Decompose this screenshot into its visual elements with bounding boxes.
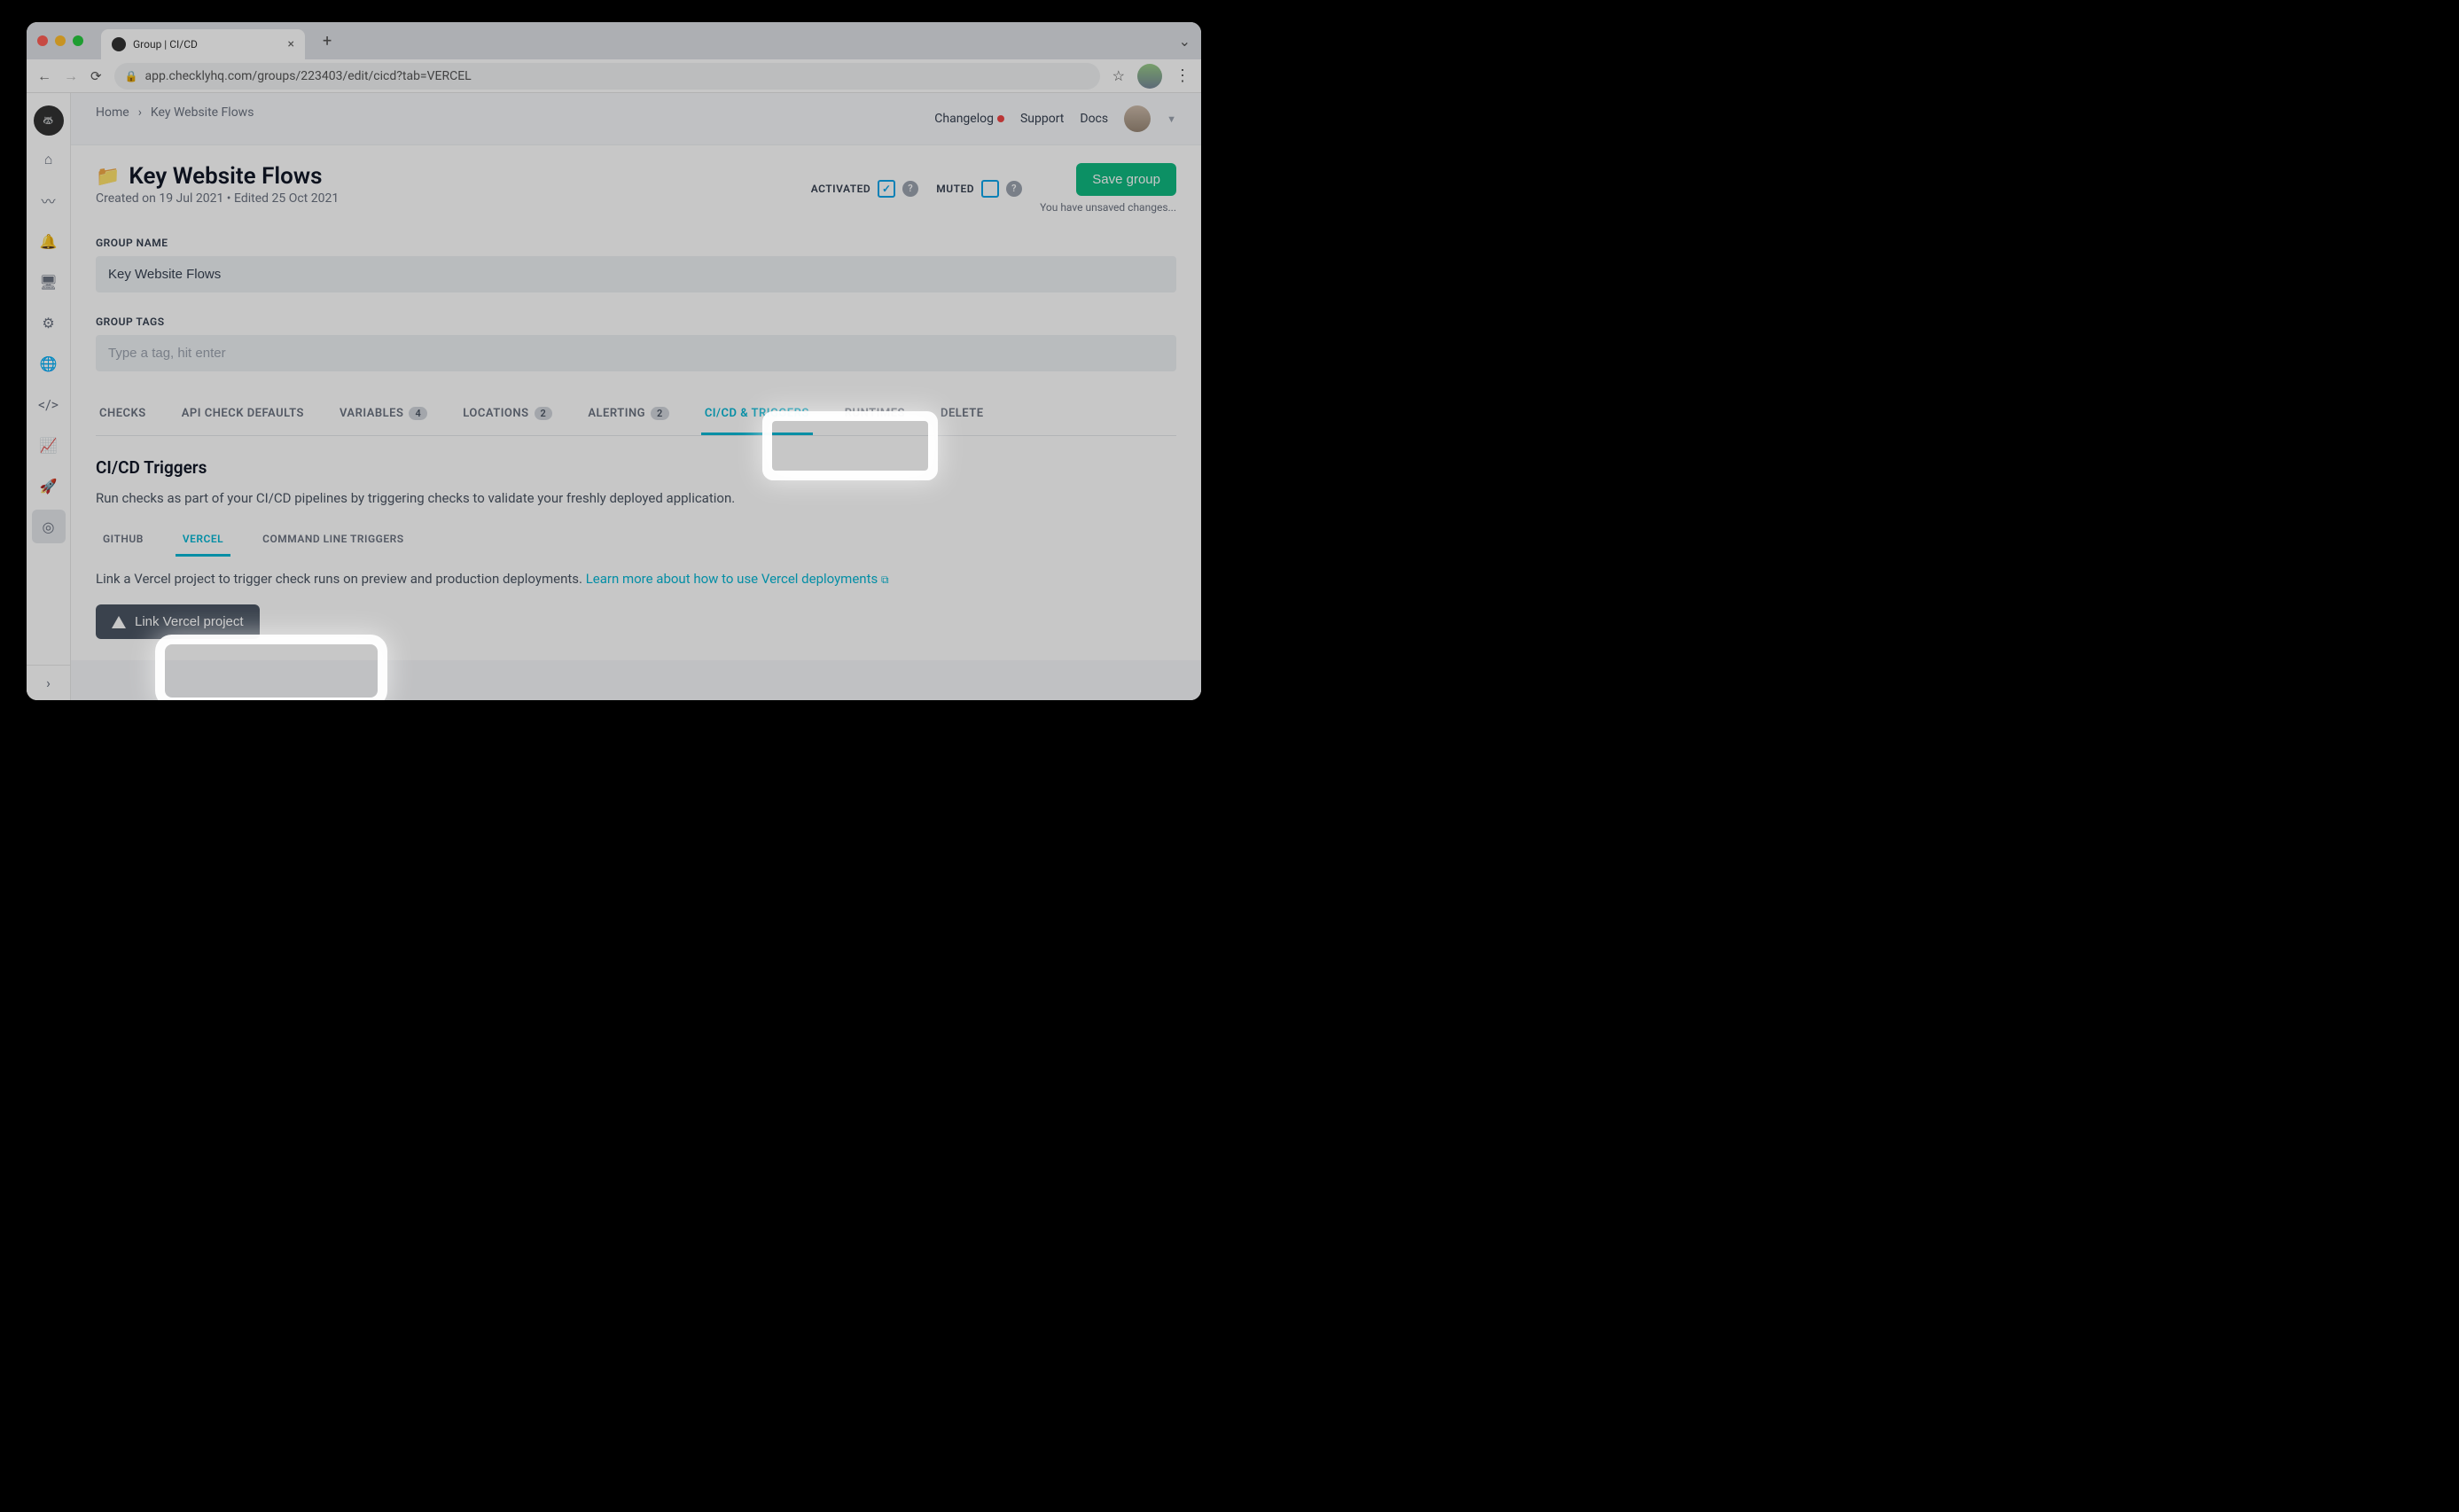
learn-more-link[interactable]: Learn more about how to use Vercel deplo… <box>586 571 889 587</box>
activated-label: ACTIVATED <box>811 183 871 195</box>
chevron-down-icon[interactable]: ▼ <box>1167 113 1176 125</box>
save-button[interactable]: Save group <box>1076 163 1176 196</box>
vercel-icon <box>112 616 126 628</box>
maximize-window-icon[interactable] <box>73 35 83 46</box>
url-text: app.checklyhq.com/groups/223403/edit/cic… <box>145 69 472 83</box>
tabs-row: CHECKS API CHECK DEFAULTS VARIABLES4 LOC… <box>96 398 1176 436</box>
traffic-lights <box>37 35 83 46</box>
support-link[interactable]: Support <box>1020 112 1064 126</box>
chevron-right-icon: › <box>138 105 142 120</box>
subtab-cli[interactable]: COMMAND LINE TRIGGERS <box>255 524 410 557</box>
profile-avatar[interactable] <box>1137 64 1162 89</box>
help-icon[interactable]: ? <box>1006 181 1022 197</box>
forward-icon: → <box>64 67 78 85</box>
section-desc: Run checks as part of your CI/CD pipelin… <box>96 490 1176 506</box>
expand-sidebar-icon[interactable]: › <box>27 665 70 700</box>
tab-alerting[interactable]: ALERTING2 <box>584 398 672 435</box>
tab-locations[interactable]: LOCATIONS2 <box>459 398 556 435</box>
tab-variables[interactable]: VARIABLES4 <box>336 398 431 435</box>
home-icon[interactable]: ⌂ <box>32 143 66 176</box>
group-tags-label: GROUP TAGS <box>96 316 1176 328</box>
breadcrumb: Home › Key Website Flows <box>96 105 254 120</box>
app-logo-icon[interactable]: 🦝 <box>34 105 64 136</box>
group-name-label: GROUP NAME <box>96 237 1176 249</box>
favicon-icon <box>112 37 126 51</box>
tab-checks[interactable]: CHECKS <box>96 398 150 435</box>
new-tab-icon[interactable]: + <box>323 32 332 51</box>
muted-label: MUTED <box>936 183 974 195</box>
activated-checkbox[interactable]: ✓ <box>878 180 895 198</box>
bell-icon[interactable]: 🔔 <box>32 224 66 258</box>
activity-icon[interactable]: 〰 <box>32 183 66 217</box>
alerting-count-badge: 2 <box>651 407 669 420</box>
user-avatar[interactable] <box>1124 105 1151 132</box>
browser-tab[interactable]: Group | CI/CD × <box>101 29 305 59</box>
subtab-vercel[interactable]: VERCEL <box>176 524 230 557</box>
tab-delete[interactable]: DELETE <box>937 398 988 435</box>
unsaved-changes-text: You have unsaved changes... <box>1040 201 1176 214</box>
page-title: Key Website Flows <box>129 163 322 190</box>
variables-count-badge: 4 <box>409 407 427 420</box>
locations-count-badge: 2 <box>535 407 553 420</box>
monitor-icon[interactable]: 🖥 <box>32 265 66 299</box>
breadcrumb-current: Key Website Flows <box>151 105 254 120</box>
subtabs-row: GITHUB VERCEL COMMAND LINE TRIGGERS <box>96 524 1176 557</box>
tabs-menu-icon[interactable]: ⌄ <box>1179 33 1190 50</box>
browser-titlebar: Group | CI/CD × + ⌄ <box>27 22 1201 59</box>
page-meta: Created on 19 Jul 2021 • Edited 25 Oct 2… <box>96 191 339 206</box>
tab-title: Group | CI/CD <box>133 38 281 51</box>
folder-icon: 📁 <box>96 166 120 188</box>
browser-menu-icon[interactable]: ⋮ <box>1175 66 1190 85</box>
muted-checkbox[interactable] <box>981 180 999 198</box>
settings-icon[interactable]: ⚙ <box>32 306 66 339</box>
group-tags-input[interactable] <box>96 335 1176 371</box>
breadcrumb-home[interactable]: Home <box>96 105 129 120</box>
close-tab-icon[interactable]: × <box>288 37 294 51</box>
link-vercel-button[interactable]: Link Vercel project <box>96 604 260 639</box>
bookmark-icon[interactable]: ☆ <box>1112 67 1125 84</box>
url-bar[interactable]: 🔒 app.checklyhq.com/groups/223403/edit/c… <box>114 63 1100 90</box>
close-window-icon[interactable] <box>37 35 48 46</box>
tab-cicd-triggers[interactable]: CI/CD & TRIGGERS <box>701 398 813 435</box>
rocket-icon[interactable]: 🚀 <box>32 469 66 503</box>
docs-link[interactable]: Docs <box>1080 112 1108 126</box>
help-icon[interactable]: ? <box>902 181 918 197</box>
gauge-icon[interactable]: ◎ <box>32 510 66 543</box>
vercel-desc: Link a Vercel project to trigger check r… <box>96 571 1176 587</box>
tab-api-defaults[interactable]: API CHECK DEFAULTS <box>178 398 308 435</box>
group-name-input[interactable] <box>96 256 1176 292</box>
lock-icon: 🔒 <box>125 70 138 82</box>
subtab-github[interactable]: GITHUB <box>96 524 151 557</box>
tab-runtimes[interactable]: RUNTIMES <box>841 398 909 435</box>
external-link-icon: ⧉ <box>881 573 889 586</box>
changelog-link[interactable]: Changelog <box>934 112 1004 126</box>
app-sidebar: 🦝 ⌂ 〰 🔔 🖥 ⚙ 🌐 </> 📈 🚀 ◎ › <box>27 93 71 700</box>
notification-dot-icon <box>997 115 1004 122</box>
back-icon[interactable]: ← <box>37 67 51 85</box>
reload-icon[interactable]: ⟳ <box>90 68 102 84</box>
code-icon[interactable]: </> <box>32 387 66 421</box>
section-title: CI/CD Triggers <box>96 457 1176 478</box>
chart-icon[interactable]: 📈 <box>32 428 66 462</box>
minimize-window-icon[interactable] <box>55 35 66 46</box>
browser-toolbar: ← → ⟳ 🔒 app.checklyhq.com/groups/223403/… <box>27 59 1201 93</box>
globe-icon[interactable]: 🌐 <box>32 347 66 380</box>
